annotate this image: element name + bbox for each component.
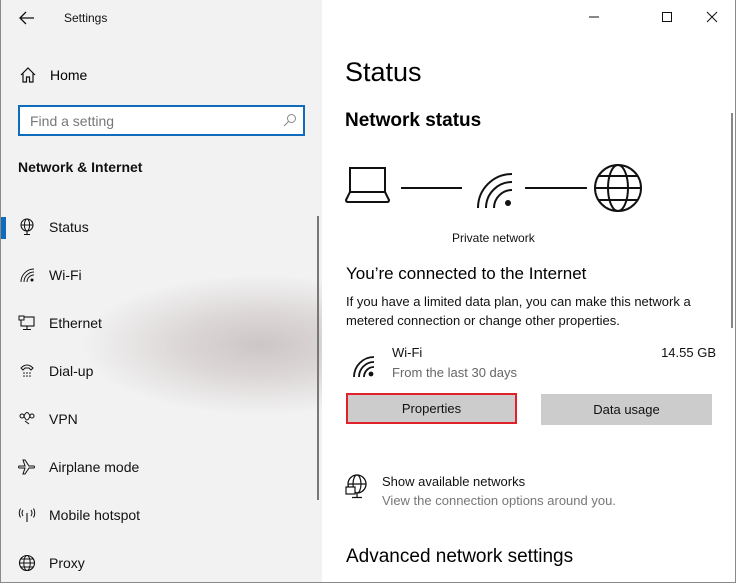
network-type-label: Private network (452, 231, 535, 245)
sidebar-item-status[interactable]: Status (1, 204, 317, 252)
hotspot-icon (18, 508, 36, 522)
section-title: Network & Internet (18, 159, 143, 175)
sidebar-item-airplane[interactable]: Airplane mode (1, 444, 317, 492)
connection-description: If you have a limited data plan, you can… (346, 292, 716, 330)
data-usage-button[interactable]: Data usage (541, 394, 712, 425)
back-button[interactable] (15, 7, 39, 29)
home-icon (20, 67, 36, 83)
network-status-icon (345, 474, 367, 499)
wifi-icon (20, 268, 35, 283)
globe-icon (594, 164, 642, 212)
sidebar-item-label: Ethernet (49, 315, 102, 331)
sidebar-item-label: VPN (49, 411, 78, 427)
connection-name: Wi-Fi (392, 345, 423, 360)
wifi-icon (353, 356, 375, 378)
maximize-icon (662, 12, 672, 22)
sidebar-item-label: Home (50, 67, 88, 83)
usage-period: From the last 30 days (392, 365, 517, 380)
main-scrollbar[interactable] (731, 113, 733, 328)
dialup-icon (20, 364, 34, 377)
network-status-icon (20, 218, 34, 236)
globe-icon (18, 554, 36, 572)
show-networks-title: Show available networks (382, 474, 526, 489)
wifi-icon (477, 173, 513, 209)
sidebar-item-vpn[interactable]: VPN (1, 396, 317, 444)
sidebar-scrollbar[interactable] (317, 216, 319, 500)
sidebar-item-label: Proxy (49, 555, 85, 571)
description-line: If you have a limited data plan, you can… (346, 294, 691, 309)
connection-usage: Wi-Fi From the last 30 days 14.55 GB (346, 343, 716, 383)
laptop-icon (344, 167, 391, 203)
sidebar-item-proxy[interactable]: Proxy (1, 540, 317, 582)
minimize-icon (589, 16, 599, 18)
description-line: metered connection or change other prope… (346, 313, 620, 328)
vpn-icon (19, 412, 35, 425)
settings-window: Settings Home Network & Internet Status … (0, 0, 736, 583)
minimize-button[interactable] (571, 0, 617, 34)
airplane-icon (18, 459, 35, 475)
search-box[interactable] (18, 105, 305, 136)
sidebar-item-label: Wi-Fi (49, 267, 82, 283)
sidebar-item-label: Status (49, 219, 89, 235)
data-used: 14.55 GB (661, 345, 716, 360)
properties-button[interactable]: Properties (346, 393, 517, 424)
page-title: Status (345, 57, 422, 87)
sidebar: Settings Home Network & Internet Status … (1, 0, 322, 582)
network-diagram (344, 164, 642, 212)
sidebar-item-wifi[interactable]: Wi-Fi (1, 252, 317, 300)
app-title: Settings (64, 11, 108, 25)
sidebar-nav: Status Wi-Fi Ethernet Dial-up VPN Airpla… (1, 204, 317, 582)
ethernet-icon (18, 315, 35, 331)
close-button[interactable] (689, 0, 735, 34)
sidebar-item-label: Dial-up (49, 363, 94, 379)
maximize-button[interactable] (644, 0, 690, 34)
connection-status-heading: You’re connected to the Internet (346, 264, 587, 283)
show-available-networks-link[interactable]: Show available networks View the connect… (344, 472, 704, 512)
sidebar-item-label: Airplane mode (49, 459, 140, 475)
arrow-left-icon (19, 11, 34, 25)
network-status-heading: Network status (345, 110, 482, 131)
search-input[interactable] (20, 107, 270, 134)
show-networks-subtitle: View the connection options around you. (382, 493, 616, 508)
sidebar-item-label: Mobile hotspot (49, 507, 141, 523)
search-icon[interactable] (283, 113, 297, 127)
advanced-network-settings-heading: Advanced network settings (346, 546, 574, 567)
sidebar-item-home[interactable]: Home (1, 60, 322, 90)
selection-indicator (1, 217, 6, 239)
sidebar-item-dialup[interactable]: Dial-up (1, 348, 317, 396)
close-icon (706, 11, 718, 23)
main-content: Status Network status Private network Yo… (322, 0, 735, 582)
sidebar-item-ethernet[interactable]: Ethernet (1, 300, 317, 348)
sidebar-item-mobile-hotspot[interactable]: Mobile hotspot (1, 492, 317, 540)
